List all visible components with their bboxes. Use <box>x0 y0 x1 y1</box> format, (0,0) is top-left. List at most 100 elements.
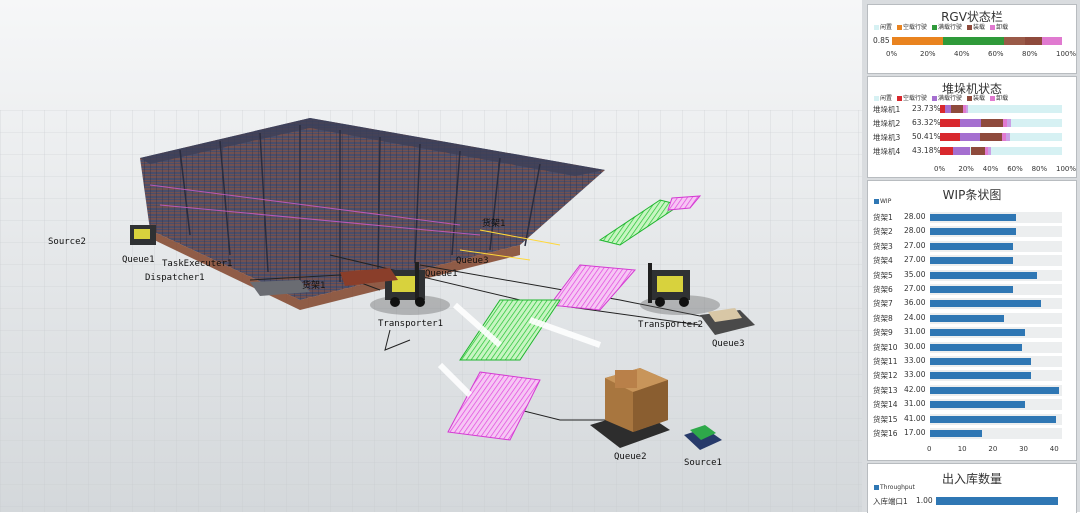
simulation-3d-view[interactable]: Source2 Queue1 TaskExecuter1 Dispatcher1… <box>0 0 862 512</box>
wip-axis-tick: 10 <box>957 445 967 453</box>
wip-bar <box>930 214 1016 221</box>
axis-tick-label: 20% <box>920 50 936 58</box>
wip-value-label: 41.00 <box>904 413 926 423</box>
rgv-bar-segment <box>1024 37 1042 45</box>
wip-title: WIP条状图 <box>942 188 1002 202</box>
wip-bar <box>930 386 1059 394</box>
axis-tick-label: 60% <box>988 50 1004 58</box>
wip-category-label: 货架9 <box>873 328 893 338</box>
wip-bar <box>930 271 1038 279</box>
rgv-status-card: RGV状态栏 闲置 空载行驶 满载行驶 装载 卸载 0.85 0% 20% 40% 6… <box>867 4 1077 74</box>
wip-bar <box>930 430 983 437</box>
wip-value-label: 30.00 <box>904 341 926 351</box>
rgv-row-label: 0.85 <box>873 36 890 45</box>
stacker-percent: 43.18% <box>912 146 941 155</box>
wip-category-label: 货架2 <box>873 227 893 237</box>
legend-throughput: Throughput <box>874 484 915 491</box>
stacker-bar-segment <box>950 105 964 113</box>
stacker-bar-segment <box>940 147 954 155</box>
queue1b-label: Queue1 <box>425 269 458 279</box>
legend-idle: 闲置 <box>874 22 892 31</box>
wip-value-label: 36.00 <box>904 298 926 308</box>
wip-category-label: 货架15 <box>873 414 898 424</box>
stacker-bar-segment <box>981 119 1004 127</box>
wip-bar <box>930 242 1013 250</box>
transporter1-label: Transporter1 <box>378 319 444 329</box>
wip-category-label: 货架8 <box>873 313 893 323</box>
wip-bar <box>930 343 1023 351</box>
legend-wip: WIP <box>874 198 891 205</box>
legend-unloading: 卸载 <box>990 93 1008 102</box>
wip-bar <box>930 286 1013 293</box>
wip-value-label: 24.00 <box>904 312 926 322</box>
wip-value-label: 27.00 <box>904 284 926 293</box>
legend-loading: 装载 <box>967 93 985 102</box>
wip-category-label: 货架11 <box>873 357 898 366</box>
stacker-bar-segment <box>970 147 986 155</box>
wip-category-label: 货架13 <box>873 385 898 395</box>
task-executer-label: TaskExecuter1 <box>162 259 233 269</box>
axis-tick-label: 0% <box>886 50 898 58</box>
legend-loaded-travel: 满载行驶 <box>932 22 962 31</box>
wip-bar <box>930 401 1026 409</box>
queue2-label: Queue2 <box>614 452 647 462</box>
wip-bar <box>930 358 1032 365</box>
wip-axis-tick: 0 <box>927 445 932 453</box>
wip-bar <box>930 415 1056 423</box>
rack-label-b: 货架1 <box>302 281 326 291</box>
wip-category-label: 货架10 <box>873 342 898 352</box>
wip-bar <box>930 329 1026 337</box>
stacker-bar-segment <box>959 133 981 141</box>
throughput-name: 入库端口1 <box>873 497 908 506</box>
wip-category-label: 货架14 <box>873 400 898 410</box>
wip-value-label: 35.00 <box>904 269 926 279</box>
wip-category-label: 货架7 <box>873 299 893 309</box>
stacker-bar <box>940 105 1062 113</box>
axis-tick-label: 80% <box>1022 50 1038 58</box>
wip-value-label: 17.00 <box>904 428 926 437</box>
wip-category-label: 货架3 <box>873 241 893 251</box>
wip-category-label: 货架5 <box>873 270 893 280</box>
source1-label: Source1 <box>684 458 722 468</box>
wip-axis-tick: 20 <box>988 445 998 453</box>
stacker-bar-segment <box>980 133 1003 141</box>
stacker-bar <box>940 119 1062 127</box>
stacker-bar-segment <box>987 147 992 155</box>
wip-category-label: 货架6 <box>873 285 893 294</box>
stacker-bar-segment <box>1007 119 1011 127</box>
legend-empty-travel: 空载行驶 <box>897 22 927 31</box>
stacker-name: 堆垛机2 <box>873 119 901 128</box>
stacker-legend: 闲置 空载行驶 满载行驶 装载 卸载 <box>874 93 1008 102</box>
axis-tick-label: 40% <box>982 165 999 173</box>
dashboard-panel: RGV状态栏 闲置 空载行驶 满载行驶 装载 卸载 0.85 0% 20% 40% 6… <box>862 0 1080 513</box>
stacker-name: 堆垛机3 <box>873 133 901 142</box>
wip-value-label: 33.00 <box>904 356 926 365</box>
stacker-bar <box>940 133 1062 141</box>
legend-loaded-travel: 满载行驶 <box>932 93 962 102</box>
rgv-bar-segment <box>1041 37 1062 45</box>
wip-value-label: 28.00 <box>904 212 926 221</box>
wip-bar <box>930 228 1016 236</box>
rgv-bar-segment <box>1004 37 1025 45</box>
wip-value-label: 27.00 <box>904 255 926 265</box>
rgv-bar-segment <box>892 37 943 45</box>
forklift-small <box>130 225 156 245</box>
stacker-bar-segment <box>965 105 969 113</box>
stacker-bar-segment <box>940 119 960 127</box>
wip-bar <box>930 372 1032 380</box>
axis-tick-label: 40% <box>954 50 970 58</box>
stacker-bar-segment <box>959 119 982 127</box>
wip-value-label: 31.00 <box>904 399 926 409</box>
dispatcher-label: Dispatcher1 <box>145 273 205 283</box>
stacker-bar-segment <box>940 133 960 141</box>
wip-bar <box>930 300 1041 308</box>
wip-category-label: 货架16 <box>873 429 898 438</box>
axis-tick-label: 100% <box>1056 50 1077 58</box>
rgv-bar <box>892 37 1062 45</box>
rack1-label: 货架1 <box>482 219 506 229</box>
stacker-bar-segment <box>953 147 971 155</box>
wip-value-label: 31.00 <box>904 327 926 337</box>
stacker-percent: 50.41% <box>912 132 941 141</box>
queue1-label: Queue1 <box>122 255 155 265</box>
stacker-percent: 23.73% <box>912 104 941 113</box>
